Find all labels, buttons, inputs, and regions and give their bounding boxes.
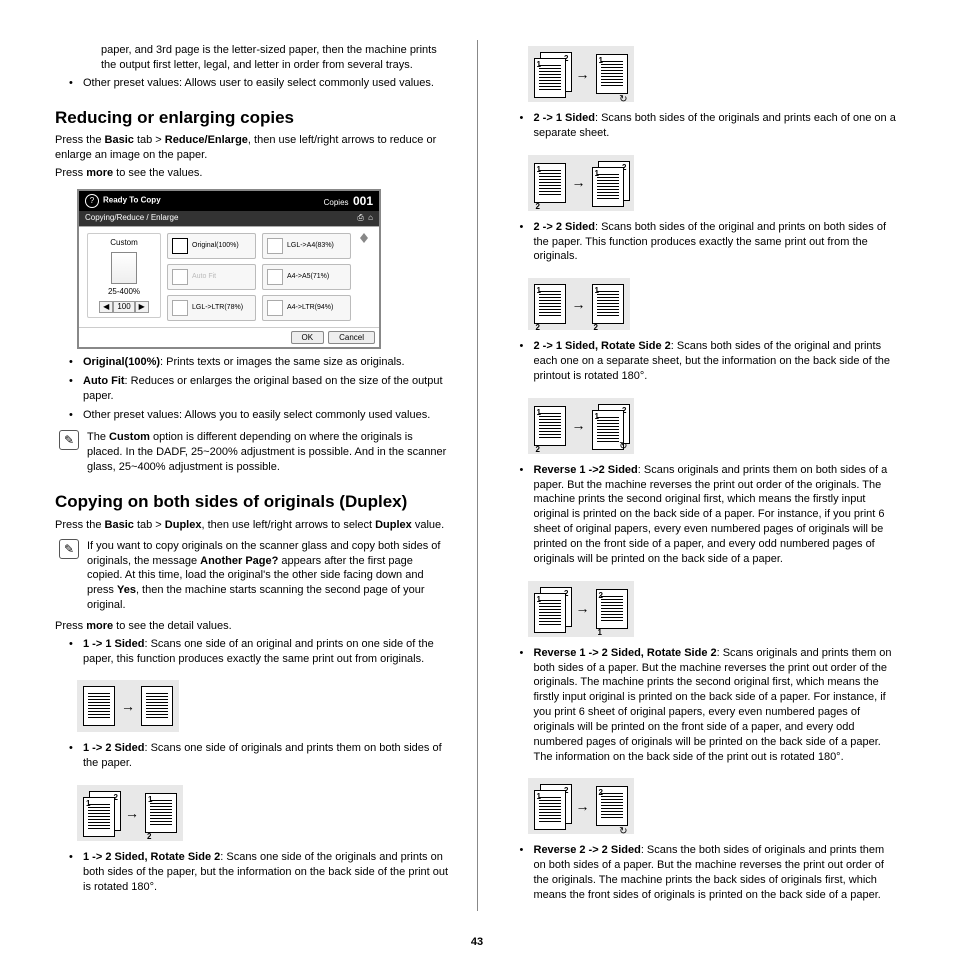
li-rev-2-2: Reverse 2 -> 2 Sided: Scans the both sid… <box>534 843 900 902</box>
reduce-intro: Press the Basic tab > Reduce/Enlarge, th… <box>55 133 449 163</box>
preset-original-button[interactable]: Original(100%) <box>167 233 256 259</box>
arrow-icon: → <box>572 416 586 435</box>
cancel-button[interactable]: Cancel <box>328 331 375 344</box>
preset-lgl-ltr-button[interactable]: LGL->LTR(78%) <box>167 295 256 321</box>
preset-autofit-button[interactable]: Auto Fit <box>167 264 256 290</box>
column-divider <box>477 40 478 911</box>
custom-thumb <box>111 252 137 284</box>
figure-2-1-rotate: 1 2 → 2 1 ↻ <box>528 398 634 454</box>
ready-label: Ready To Copy <box>103 196 161 205</box>
cont-paragraph: paper, and 3rd page is the letter-sized … <box>101 43 449 73</box>
note-another-page: ✎ If you want to copy originals on the s… <box>55 539 449 613</box>
help-icon[interactable]: ? <box>85 194 99 208</box>
li-1-2-sided: 1 -> 2 Sided: Scans one side of original… <box>83 741 449 771</box>
spinner-right-icon[interactable]: ▶ <box>135 301 149 314</box>
press-more: Press more to see the values. <box>55 166 449 181</box>
li-autofit: Auto Fit: Reduces or enlarges the origin… <box>83 374 449 404</box>
figure-1-2-rotate: 2 1 → 1 ↻ <box>528 46 634 102</box>
note-custom: ✎ The Custom option is different dependi… <box>55 430 449 475</box>
arrow-icon: → <box>576 797 590 816</box>
li-1-1-sided: 1 -> 1 Sided: Scans one side of an origi… <box>83 637 449 667</box>
figure-1-1: → <box>77 680 179 732</box>
custom-range: 25-400% <box>96 287 152 298</box>
reduce-enlarge-screenshot: ? Ready To Copy Copies 001 Copying/Reduce… <box>77 189 381 349</box>
press-more-2: Press more to see the detail values. <box>55 619 449 634</box>
right-column: 2 1 → 1 ↻ 2 -> 1 Sided: Scans both sides… <box>506 40 900 911</box>
arrow-icon: → <box>121 697 135 716</box>
figure-2-2: 1 2 → 1 2 <box>528 278 630 330</box>
figure-2-1: 1 2 → 2 1 <box>528 155 634 211</box>
preset-other-bullet: Other preset values: Allows user to easi… <box>83 76 449 91</box>
figure-rev-1-2-rotate: 2 1 → 2 ↻ <box>528 778 634 834</box>
custom-box[interactable]: Custom 25-400% ◀ 100 ▶ <box>87 233 161 318</box>
arrow-icon: → <box>125 804 139 823</box>
rotate-icon: ↻ <box>619 93 627 107</box>
note-icon: ✎ <box>59 430 79 450</box>
copies-value: 001 <box>353 194 373 208</box>
duplex-intro: Press the Basic tab > Duplex, then use l… <box>55 518 449 533</box>
li-original: Original(100%): Prints texts or images t… <box>83 355 449 370</box>
preset-lgl-a4-button[interactable]: LGL->A4(83%) <box>262 233 351 259</box>
li-rev-1-2-rotate: Reverse 1 -> 2 Sided, Rotate Side 2: Sca… <box>534 646 900 765</box>
spinner-value: 100 <box>113 301 134 314</box>
arrow-icon: → <box>576 65 590 84</box>
continuation-block: paper, and 3rd page is the letter-sized … <box>55 43 449 73</box>
li-1-2-rotate: 1 -> 2 Sided, Rotate Side 2: Scans one s… <box>83 850 449 895</box>
heading-reduce-enlarge: Reducing or enlarging copies <box>55 107 449 130</box>
preset-a4-ltr-button[interactable]: A4->LTR(94%) <box>262 295 351 321</box>
rotate-icon: ↻ <box>619 440 627 454</box>
titlebar: ? Ready To Copy Copies 001 <box>79 191 379 211</box>
li-2-1-rotate: 2 -> 1 Sided, Rotate Side 2: Scans both … <box>534 339 900 384</box>
arrow-icon: → <box>576 599 590 618</box>
scroll-down-icon[interactable] <box>360 238 368 243</box>
scrollbar[interactable] <box>357 233 371 243</box>
breadcrumb: Copying/Reduce / Enlarge <box>85 213 178 224</box>
rotate-icon: ↻ <box>619 825 627 839</box>
custom-label: Custom <box>96 238 152 249</box>
left-column: paper, and 3rd page is the letter-sized … <box>55 40 449 911</box>
zoom-spinner[interactable]: ◀ 100 ▶ <box>96 301 152 314</box>
page-number: 43 <box>55 935 899 950</box>
arrow-icon: → <box>572 295 586 314</box>
copies-label: Copies <box>324 198 349 207</box>
spinner-left-icon[interactable]: ◀ <box>99 301 113 314</box>
li-other-presets: Other preset values: Allows you to easil… <box>83 408 449 423</box>
toolbar-icons: ⎙ ⌂ <box>357 213 373 224</box>
breadcrumb-bar: Copying/Reduce / Enlarge ⎙ ⌂ <box>79 211 379 226</box>
li-rev-1-2: Reverse 1 ->2 Sided: Scans originals and… <box>534 463 900 567</box>
li-2-1-sided: 2 -> 1 Sided: Scans both sides of the or… <box>534 111 900 141</box>
figure-rev-1-2: 2 1 → 2 1 <box>528 581 634 637</box>
ok-button[interactable]: OK <box>291 331 325 344</box>
figure-1-2: 2 1 → 1 2 <box>77 785 183 841</box>
li-2-2-sided: 2 -> 2 Sided: Scans both sides of the or… <box>534 220 900 265</box>
arrow-icon: → <box>572 173 586 192</box>
preset-a4-a5-button[interactable]: A4->A5(71%) <box>262 264 351 290</box>
heading-duplex: Copying on both sides of originals (Dupl… <box>55 491 449 514</box>
note-icon: ✎ <box>59 539 79 559</box>
